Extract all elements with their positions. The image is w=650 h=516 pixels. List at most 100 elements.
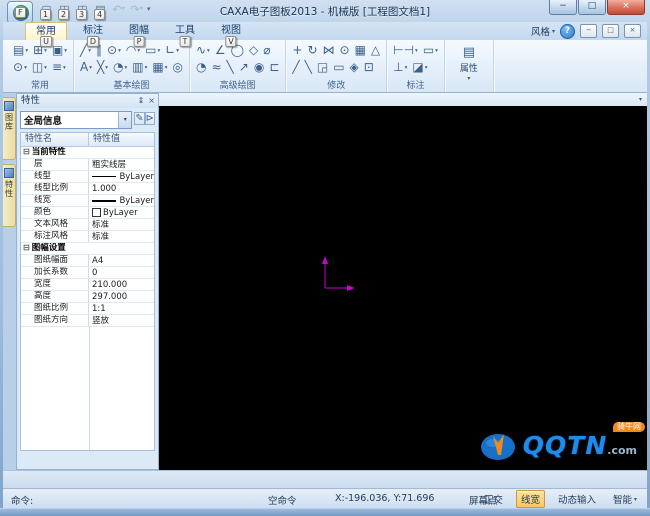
app-menu-button[interactable]: F [7,1,33,24]
properties-button[interactable]: ▤属性▾ [451,42,487,82]
collapse-icon[interactable]: ⊟ [23,243,30,252]
property-value[interactable]: 粗实线层 [89,159,154,170]
property-row[interactable]: 高度297.000 [21,291,154,303]
mirror-button[interactable]: ⋈ [323,43,335,58]
property-value[interactable]: 标准 [89,219,154,230]
smart-toggle[interactable]: 智能▾ [609,491,641,507]
property-value[interactable]: ByLayer [89,195,154,206]
table-button[interactable]: ▥▾ [132,60,147,75]
open-file-button[interactable]: ◰2 [57,2,72,17]
scope-select[interactable]: 全局信息 ▾ [20,111,132,129]
trim-button[interactable]: ╱ [292,60,299,75]
fillet-button[interactable]: ◲ [317,60,328,75]
arrow-button[interactable]: ↗ [239,60,249,75]
tab-tools[interactable]: 工具T [165,22,205,40]
property-value[interactable]: A4 [89,255,154,266]
lineweight-toggle[interactable]: 线宽 [516,490,545,508]
extend-button[interactable]: ╲ [305,60,312,75]
rectangle-button[interactable]: ▭▾ [145,43,160,58]
property-row[interactable]: 层粗实线层 [21,159,154,171]
wave-line-button[interactable]: ≈ [211,60,221,75]
match-properties-button[interactable]: ⊡ [364,60,374,75]
property-group-row[interactable]: ⊟当前特性 [21,147,154,159]
property-value[interactable]: 0 [89,267,154,278]
doc-minimize-button[interactable]: − [580,24,597,38]
qat-overflow-chevron-icon[interactable]: ▾ [147,2,151,17]
property-row[interactable]: 文本风格标准 [21,219,154,231]
zoom-button[interactable]: ⊙▾ [13,60,27,75]
property-row[interactable]: 颜色ByLayer [21,207,154,219]
circle-button[interactable]: ⊙▾ [107,43,121,58]
minimize-button[interactable]: − [549,0,577,15]
polygon-button[interactable]: ◇ [249,43,258,58]
maximize-button[interactable]: □ [578,0,606,15]
close-button[interactable]: × [607,0,645,15]
detail-view-button[interactable]: ◎ [173,60,183,75]
rotate-button[interactable]: ↻ [307,43,317,58]
plot-button[interactable]: ▤4 [93,2,108,17]
property-row[interactable]: 线宽ByLayer [21,195,154,207]
help-button[interactable]: ? [560,24,575,39]
pick-button[interactable]: ⊳ [145,112,155,125]
break-line-button[interactable]: ╲ [227,60,234,75]
pie-button[interactable]: ◔▾ [113,60,127,75]
doc-close-button[interactable]: × [624,24,641,38]
property-row[interactable]: 线型ByLayer [21,171,154,183]
chevron-down-icon[interactable]: ▾ [639,96,642,103]
property-value[interactable]: 210.000 [89,279,154,290]
property-row[interactable]: 图纸比例1:1 [21,303,154,315]
property-value[interactable]: 竖放 [89,315,154,326]
drawing-canvas[interactable]: QQTN.com 骑牛网 [159,106,647,470]
doc-restore-button[interactable]: □ [602,24,619,38]
move-button[interactable]: + [292,43,302,58]
property-row[interactable]: 标注风格标准 [21,231,154,243]
block-button[interactable]: ◫▾ [32,60,47,75]
tab-frame[interactable]: 图幅P [119,22,159,40]
grid-button[interactable]: ▦▾ [152,60,167,75]
property-value[interactable]: 标准 [89,231,154,242]
save-file-button[interactable]: ◫3 [75,2,90,17]
panel-close-icon[interactable]: × [148,94,155,108]
property-row[interactable]: 图纸方向竖放 [21,315,154,327]
polyline-button[interactable]: ∟▾ [165,43,179,58]
tab-home[interactable]: 常用U [25,22,67,40]
scale-button[interactable]: △ [371,43,380,58]
collapse-icon[interactable]: ⊟ [23,147,30,156]
side-tab-library[interactable]: 图库 [3,97,16,160]
property-value[interactable]: 1.000 [89,183,154,194]
property-value[interactable]: 297.000 [89,291,154,302]
tab-view[interactable]: 视图V [211,22,251,40]
property-row[interactable]: 宽度210.000 [21,279,154,291]
paste-button[interactable]: ▤▾ [13,43,28,58]
stretch-button[interactable]: ▭ [333,60,344,75]
insert-object-button[interactable]: ▣▾ [52,43,67,58]
new-file-button[interactable]: ▢1 [39,2,54,17]
property-value[interactable]: 1:1 [89,303,154,314]
explode-button[interactable]: ◈ [350,60,359,75]
style-dropdown[interactable]: 风格 ▾ [531,24,555,38]
channel-button[interactable]: ⊏ [269,60,279,75]
dynamic-input-toggle[interactable]: 动态输入 [554,491,600,507]
property-value[interactable]: ByLayer [89,171,154,182]
tolerance-button[interactable]: ◪▾ [412,60,427,75]
circular-array-button[interactable]: ⊙ [340,43,350,58]
ortho-toggle[interactable]: 正交 [480,491,507,507]
text-annotation-button[interactable]: ▭▾ [423,43,438,58]
property-row[interactable]: 图纸幅面A4 [21,255,154,267]
axis-button[interactable]: ⌀ [263,43,270,58]
horizontal-scrollbar[interactable] [3,470,647,489]
text-button[interactable]: A▾ [80,60,92,75]
pin-icon[interactable]: ↨ [138,94,145,108]
property-row[interactable]: 线型比例1.000 [21,183,154,195]
property-group-row[interactable]: ⊟图幅设置 [21,243,154,255]
edit-button[interactable]: ✎ [134,112,144,125]
property-value[interactable]: ByLayer [89,207,154,218]
dimension-button[interactable]: ⊢⊣▾ [393,43,418,58]
layer-button[interactable]: ≡▾ [52,60,66,75]
spline-button[interactable]: ∿▾ [196,43,210,58]
angle-line-button[interactable]: ∠ [215,43,226,58]
hatch-button[interactable]: ╳▾ [97,60,108,75]
tab-dimension[interactable]: 标注D [73,22,113,40]
gear-button[interactable]: ◉ [254,60,264,75]
datum-button[interactable]: ⊥▾ [393,60,407,75]
